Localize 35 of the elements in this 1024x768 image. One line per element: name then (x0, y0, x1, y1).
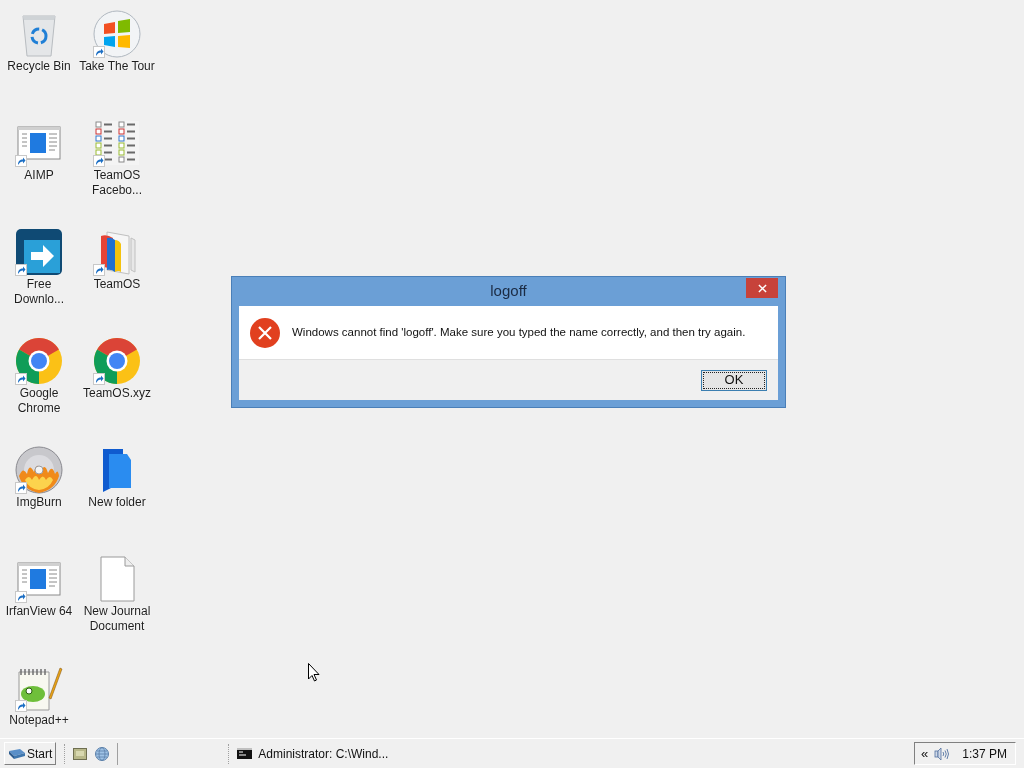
close-icon (757, 283, 767, 293)
terminal-icon (237, 748, 253, 759)
close-button[interactable] (746, 278, 778, 298)
desktop-item[interactable]: TeamOS.xyz (78, 327, 156, 401)
desktop-item[interactable]: ImgBurn (0, 436, 78, 510)
expand-tray-button[interactable]: « (921, 747, 929, 760)
picture-frame-icon[interactable] (73, 747, 88, 760)
laptop-icon (8, 747, 26, 760)
window-panes-logo-icon (93, 10, 141, 58)
cursor-icon (308, 663, 320, 682)
arrow-tile-icon (15, 228, 63, 276)
error-icon (250, 317, 280, 348)
desktop-item[interactable]: Take The Tour (78, 0, 156, 74)
dialog-title: logoff (490, 281, 527, 302)
clock: 1:37 PM (962, 745, 1007, 763)
start-button[interactable]: Start (4, 742, 57, 765)
speaker-icon[interactable] (934, 746, 951, 761)
disc-with-flames-icon (15, 446, 63, 494)
taskbar-button[interactable]: Administrator: C:\Wind... (235, 742, 396, 765)
browser-logo-icon (15, 337, 63, 385)
desktop-item[interactable]: AIMP (0, 109, 78, 183)
notepad-chameleon-icon (15, 664, 63, 712)
desktop-item[interactable]: TeamOS Facebo... (78, 109, 156, 198)
ok-button[interactable]: OK (701, 369, 767, 391)
browser-logo-icon (93, 337, 141, 385)
desktop-item[interactable]: Recycle Bin (0, 0, 78, 74)
globe-icon[interactable] (95, 746, 110, 761)
desktop-item[interactable]: TeamOS (78, 218, 156, 292)
desktop-item[interactable]: New Journal Document (78, 545, 156, 634)
desktop-item[interactable]: Google Chrome (0, 327, 78, 416)
desktop-item[interactable]: New folder (78, 436, 156, 510)
desktop-item[interactable]: Free Downlo... (0, 218, 78, 307)
desktop-item[interactable]: IrfanView 64 (0, 545, 78, 619)
desktop-item[interactable]: Notepad++ (0, 654, 78, 728)
error-message: Windows cannot find 'logoff'. Make sure you typed the name correctly, and then try again. (292, 324, 746, 340)
